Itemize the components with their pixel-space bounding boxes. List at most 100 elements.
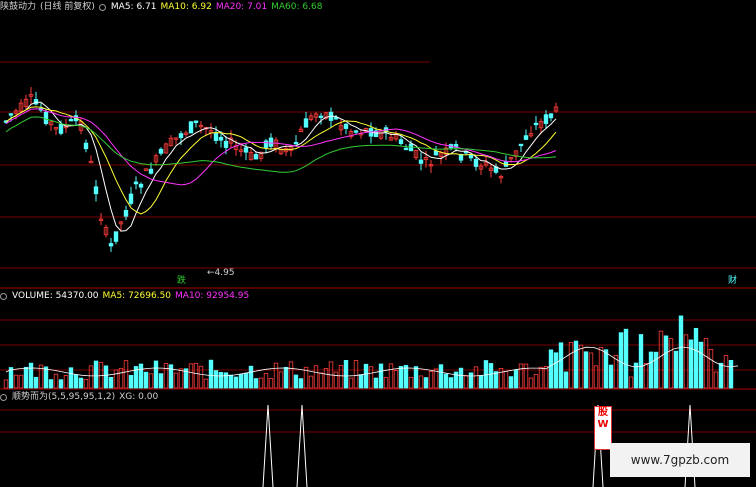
volume-bar bbox=[348, 377, 354, 389]
signal-spike bbox=[262, 404, 274, 487]
volume-bar bbox=[388, 363, 394, 389]
volume-bar bbox=[703, 338, 709, 389]
watermark-site: www.7gpzb.com bbox=[630, 453, 730, 467]
volume-bar bbox=[308, 375, 314, 389]
candle-body bbox=[333, 117, 339, 120]
volume-bar bbox=[708, 349, 714, 389]
volume-bar bbox=[373, 377, 379, 389]
volume-settings-circle-icon[interactable] bbox=[0, 292, 7, 300]
volume-bar bbox=[103, 365, 109, 389]
volume-bar bbox=[448, 377, 454, 389]
volume-bar bbox=[243, 372, 249, 389]
volume-panel-header: VOLUME: 54370.00 MA5: 72696.50 MA10: 929… bbox=[0, 289, 249, 303]
candle-body bbox=[93, 186, 99, 195]
volume-bar bbox=[223, 372, 229, 389]
chart-canvas[interactable] bbox=[0, 0, 756, 487]
volume-bar bbox=[83, 379, 89, 389]
candle-body bbox=[523, 135, 529, 140]
candle-body bbox=[158, 148, 164, 154]
volume-bar bbox=[263, 373, 269, 389]
volume-bar bbox=[248, 365, 254, 389]
volume-bar bbox=[408, 376, 414, 389]
candle-body bbox=[403, 147, 409, 151]
volume-bar bbox=[293, 374, 299, 389]
volume-bar bbox=[18, 374, 24, 389]
volume-bar bbox=[483, 360, 489, 389]
volume-bar bbox=[498, 368, 504, 389]
volume-ma-line bbox=[5, 346, 739, 377]
volume-label: VOLUME: 54370.00 bbox=[12, 291, 99, 301]
volume-bar bbox=[463, 375, 469, 389]
watermark-box: www.7gpzb.com bbox=[610, 443, 750, 477]
candle-body bbox=[178, 133, 184, 139]
volume-bar bbox=[118, 367, 124, 389]
volume-bar bbox=[403, 364, 409, 389]
volume-bar bbox=[98, 361, 104, 389]
volume-bar bbox=[163, 363, 169, 389]
volume-bar bbox=[153, 360, 159, 389]
candle-body bbox=[223, 140, 229, 148]
volume-bar bbox=[218, 372, 224, 389]
volume-bar bbox=[58, 379, 64, 389]
candle-body bbox=[473, 158, 479, 167]
volume-bar bbox=[438, 364, 444, 389]
ma5-line bbox=[5, 101, 557, 232]
candle-body bbox=[123, 209, 129, 217]
volume-bar bbox=[623, 328, 629, 389]
volume-bar bbox=[143, 371, 149, 389]
candle-body bbox=[58, 123, 64, 134]
volume-bar bbox=[93, 360, 99, 389]
candle-body bbox=[398, 139, 404, 144]
volume-bar bbox=[723, 354, 729, 389]
volume-bar bbox=[78, 377, 84, 389]
volume-bar bbox=[208, 359, 214, 389]
volume-bar bbox=[713, 371, 719, 389]
volume-bar bbox=[283, 366, 289, 389]
volume-bar bbox=[273, 362, 279, 389]
volume-bar bbox=[478, 375, 484, 389]
volume-bar bbox=[393, 370, 399, 389]
volume-bar bbox=[123, 360, 129, 389]
ma10-label: MA10: 6.92 bbox=[160, 2, 212, 12]
candle-body bbox=[303, 118, 309, 128]
candle-body bbox=[268, 137, 274, 147]
volume-bar bbox=[578, 344, 584, 389]
volume-bar bbox=[653, 351, 659, 389]
volume-bar bbox=[363, 363, 369, 389]
candle-body bbox=[108, 243, 114, 247]
volume-bar bbox=[108, 377, 114, 389]
volume-bar bbox=[728, 360, 734, 389]
volume-bar bbox=[378, 363, 384, 389]
volume-bar bbox=[113, 369, 119, 389]
volume-bar bbox=[683, 334, 689, 389]
signal-settings-circle-icon[interactable] bbox=[0, 393, 7, 401]
volume-bar bbox=[338, 365, 344, 389]
volume-bar bbox=[468, 372, 474, 389]
volume-bar bbox=[333, 371, 339, 389]
signal-spike bbox=[296, 404, 308, 487]
candle-body bbox=[293, 141, 299, 145]
settings-circle-icon[interactable] bbox=[98, 3, 106, 11]
period-label: (日线 前复权) bbox=[40, 2, 95, 12]
volume-bar bbox=[48, 379, 54, 389]
volume-bar bbox=[673, 350, 679, 389]
ma60-label: MA60: 6.68 bbox=[271, 2, 323, 12]
volume-bar bbox=[238, 374, 244, 389]
volume-bar bbox=[663, 335, 669, 389]
volume-bar bbox=[583, 351, 589, 389]
volume-bar bbox=[518, 363, 524, 389]
stock-chart-window: 陕鼓动力 (日线 前复权) MA5: 6.71 MA10: 6.92 MA20:… bbox=[0, 0, 756, 487]
volume-bar bbox=[533, 374, 539, 389]
volume-bar bbox=[43, 366, 49, 389]
xg-label: XG: 0.00 bbox=[119, 392, 159, 402]
volume-bar bbox=[523, 363, 529, 389]
ma10-line bbox=[5, 106, 557, 215]
volume-bar bbox=[173, 372, 179, 389]
candle-body bbox=[68, 119, 74, 122]
volume-bar bbox=[168, 364, 174, 389]
formula-label: 顺势而为(5,5,95,95,1,2) bbox=[12, 392, 116, 402]
volume-bar bbox=[643, 363, 649, 389]
ma20-label: MA20: 7.01 bbox=[215, 2, 268, 12]
volume-bar bbox=[568, 341, 574, 389]
signal-panel-header: 顺势而为(5,5,95,95,1,2) XG: 0.00 bbox=[0, 390, 158, 404]
